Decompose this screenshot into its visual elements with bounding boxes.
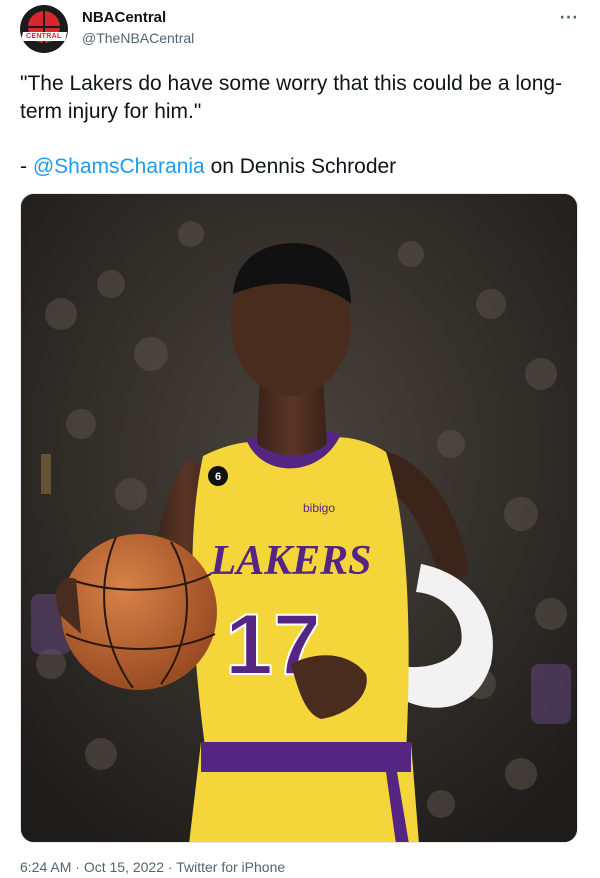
sponsor-text: bibigo bbox=[303, 501, 335, 515]
attribution-suffix: on Dennis Schroder bbox=[204, 155, 397, 178]
meta-separator: · bbox=[71, 859, 84, 875]
tweet-photo[interactable]: LAKERS 17 bibigo 6 bbox=[20, 193, 578, 843]
basketball-image bbox=[61, 534, 217, 690]
attribution-prefix: - bbox=[20, 155, 33, 178]
tweet-attribution: - @ShamsCharania on Dennis Schroder bbox=[20, 154, 580, 180]
meta-separator-2: · bbox=[164, 859, 177, 875]
avatar[interactable]: CENTRAL bbox=[20, 5, 68, 53]
tweet: CENTRAL NBACentral @TheNBACentral ··· "T… bbox=[0, 0, 600, 878]
tweet-source[interactable]: Twitter for iPhone bbox=[176, 859, 285, 875]
jersey-team-text: LAKERS bbox=[209, 538, 371, 584]
jersey-patch-text: 6 bbox=[215, 471, 221, 483]
tweet-meta: 6:24 AM · Oct 15, 2022 · Twitter for iPh… bbox=[20, 859, 285, 875]
mention-link[interactable]: @ShamsCharania bbox=[33, 155, 205, 178]
display-name[interactable]: NBACentral bbox=[82, 9, 166, 26]
user-handle[interactable]: @TheNBACentral bbox=[82, 30, 194, 46]
more-options-icon[interactable]: ··· bbox=[556, 7, 582, 29]
tweet-date[interactable]: Oct 15, 2022 bbox=[84, 859, 164, 875]
tweet-time[interactable]: 6:24 AM bbox=[20, 859, 71, 875]
tweet-text: "The Lakers do have some worry that this… bbox=[20, 72, 563, 123]
avatar-logo-text: CENTRAL bbox=[26, 33, 62, 40]
